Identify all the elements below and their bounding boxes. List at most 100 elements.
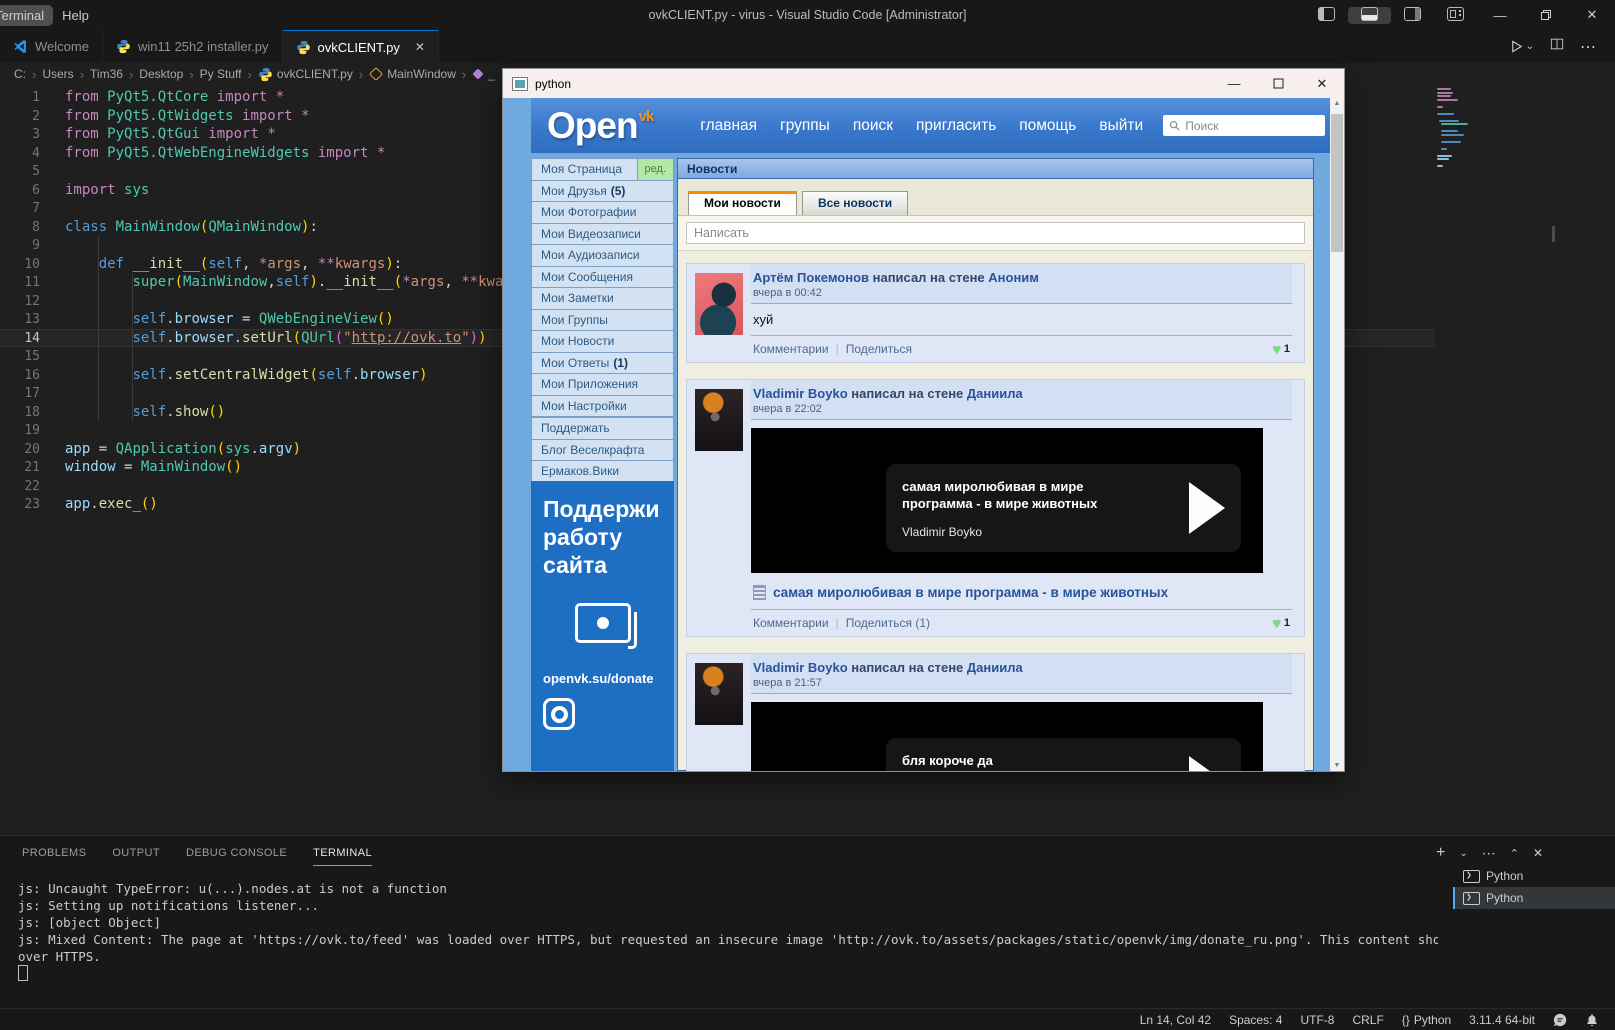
toggle-sidebar-right-icon[interactable] <box>1391 7 1434 24</box>
video-caption-link[interactable]: самая миролюбивая в мире программа - в м… <box>751 581 1292 609</box>
feed-tab[interactable]: Мои новости <box>688 191 797 215</box>
sidebar-item[interactable]: Моя Страницаред. <box>531 159 674 181</box>
editor-scrollbar[interactable] <box>1552 226 1555 242</box>
sidebar-item[interactable]: Мои Заметки <box>531 288 674 310</box>
editor-tab-win11-25h2-installer-py[interactable]: win11 25h2 installer.py <box>103 30 283 63</box>
sidebar-item[interactable]: Мои Друзья(5) <box>531 181 674 203</box>
post-target-link[interactable]: Даниила <box>967 386 1023 401</box>
customize-layout-icon[interactable] <box>1434 7 1477 24</box>
panel-maximize-icon[interactable]: ⌃ <box>1510 847 1519 860</box>
panel-tab-output[interactable]: OUTPUT <box>112 847 160 866</box>
scroll-down-icon[interactable]: ▼ <box>1330 762 1344 769</box>
sidebar-item[interactable]: Мои Фотографии <box>531 202 674 224</box>
scrollbar-thumb[interactable] <box>1331 114 1343 252</box>
breadcrumb-item[interactable]: ovkCLIENT.py <box>277 67 353 81</box>
nav-link-помощь[interactable]: помощь <box>1019 117 1076 135</box>
play-icon[interactable] <box>1189 482 1225 534</box>
avatar[interactable] <box>695 389 743 451</box>
scroll-up-icon[interactable]: ▲ <box>1330 100 1344 107</box>
tab-close-icon[interactable]: ✕ <box>415 40 425 54</box>
sidebar-item[interactable]: Мои Ответы(1) <box>531 353 674 375</box>
sidebar-item[interactable]: Поддержать <box>531 418 674 440</box>
sidebar-item[interactable]: Мои Видеозаписи <box>531 224 674 246</box>
pywin-maximize-button[interactable] <box>1256 69 1300 98</box>
edit-badge[interactable]: ред. <box>637 159 673 180</box>
avatar[interactable] <box>695 663 743 725</box>
breadcrumb-item[interactable]: Py Stuff <box>200 67 242 81</box>
menu-help[interactable]: Help <box>53 5 98 26</box>
status-crlf[interactable]: CRLF <box>1352 1013 1383 1027</box>
panel-close-icon[interactable]: ✕ <box>1533 846 1543 860</box>
breadcrumb-item[interactable]: MainWindow <box>387 67 456 81</box>
post-footer-link[interactable]: Поделиться <box>846 342 912 356</box>
like-counter[interactable]: ♥1 <box>1273 342 1290 356</box>
post-target-link[interactable]: Даниила <box>967 660 1023 675</box>
terminal-output[interactable]: js: Uncaught TypeError: u(...).nodes.at … <box>18 880 1438 1006</box>
toggle-sidebar-left-icon[interactable] <box>1305 7 1348 24</box>
status-utf-8[interactable]: UTF-8 <box>1300 1013 1334 1027</box>
sidebar-item[interactable]: Мои Новости <box>531 331 674 353</box>
sidebar-item[interactable]: Ермаков.Вики <box>531 461 674 483</box>
pywin-minimize-button[interactable]: — <box>1212 69 1256 98</box>
panel-more-icon[interactable]: ⋯ <box>1482 845 1496 862</box>
openvk-logo[interactable]: Openvk <box>547 107 652 144</box>
video-player[interactable]: бля короче даVladimir Boyko <box>751 702 1263 771</box>
run-button[interactable]: ⌄ <box>1509 39 1534 54</box>
new-terminal-icon[interactable]: + <box>1436 844 1445 862</box>
status-ln-14-col-42[interactable]: Ln 14, Col 42 <box>1140 1013 1211 1027</box>
breadcrumb-item[interactable]: Users <box>42 67 73 81</box>
editor-tab-ovkclient-py[interactable]: ovkCLIENT.py✕ <box>283 30 439 63</box>
panel-tab-problems[interactable]: PROBLEMS <box>22 847 86 866</box>
status-spaces-4[interactable]: Spaces: 4 <box>1229 1013 1282 1027</box>
editor-tab-welcome[interactable]: Welcome <box>0 30 103 63</box>
sidebar-item[interactable]: Мои Настройки <box>531 396 674 419</box>
openvk-search-input[interactable]: Поиск <box>1163 115 1325 136</box>
avatar[interactable] <box>695 273 743 335</box>
breadcrumb-item[interactable]: Tim36 <box>90 67 123 81</box>
post-footer-link[interactable]: Комментарии <box>753 342 829 356</box>
terminal-instance[interactable]: ❯Python <box>1453 865 1615 887</box>
breadcrumb-item[interactable]: C: <box>14 67 26 81</box>
breadcrumb-item[interactable]: Desktop <box>139 67 183 81</box>
minimap[interactable] <box>1437 88 1507 288</box>
sidebar-item[interactable]: Блог Веселкрафта <box>531 440 674 462</box>
post-footer-link[interactable]: Комментарии <box>753 616 829 630</box>
nav-link-главная[interactable]: главная <box>700 117 757 135</box>
status-3-11-4-64-bit[interactable]: 3.11.4 64-bit <box>1469 1013 1535 1027</box>
python-window-titlebar[interactable]: python — ✕ <box>503 69 1344 98</box>
post-author-link[interactable]: Vladimir Boyko <box>753 660 848 675</box>
restore-button[interactable] <box>1523 0 1569 30</box>
pywin-close-button[interactable]: ✕ <box>1300 69 1344 98</box>
post-target-link[interactable]: Аноним <box>988 270 1039 285</box>
editor-more-actions-icon[interactable]: ⋯ <box>1580 37 1597 57</box>
nav-link-выйти[interactable]: выйти <box>1099 117 1143 135</box>
terminal-instance[interactable]: ❯Python <box>1453 887 1615 909</box>
video-player[interactable]: самая миролюбивая в мире программа - в м… <box>751 428 1263 573</box>
panel-tab-terminal[interactable]: TERMINAL <box>313 847 372 866</box>
panel-tab-debug-console[interactable]: DEBUG CONSOLE <box>186 847 287 866</box>
breadcrumb-item[interactable]: _ <box>488 67 495 81</box>
like-counter[interactable]: ♥1 <box>1273 616 1290 630</box>
sidebar-item[interactable]: Мои Приложения <box>531 374 674 396</box>
donate-banner[interactable]: Поддержи работу сайта openvk.su/donate <box>531 481 674 771</box>
split-editor-icon[interactable] <box>1550 37 1564 56</box>
feedback-icon[interactable] <box>1553 1013 1567 1027</box>
play-icon[interactable] <box>1189 756 1225 771</box>
sidebar-item[interactable]: Мои Группы <box>531 310 674 332</box>
terminal-dropdown-icon[interactable]: ⌄ <box>1459 848 1467 859</box>
composer-input[interactable]: Написать <box>686 222 1305 244</box>
openvk-scrollbar[interactable]: ▲ ▼ <box>1330 98 1344 771</box>
sidebar-item[interactable]: Мои Аудиозаписи <box>531 245 674 267</box>
status-python[interactable]: {}Python <box>1402 1013 1451 1027</box>
nav-link-группы[interactable]: группы <box>780 117 830 135</box>
minimize-button[interactable]: — <box>1477 0 1523 30</box>
menu-terminal[interactable]: Terminal <box>0 5 53 26</box>
notifications-bell-icon[interactable] <box>1585 1013 1599 1027</box>
feed-tab[interactable]: Все новости <box>802 191 908 215</box>
post-author-link[interactable]: Артём Покемонов <box>753 270 869 285</box>
nav-link-пригласить[interactable]: пригласить <box>916 117 996 135</box>
nav-link-поиск[interactable]: поиск <box>853 117 893 135</box>
toggle-panel-icon[interactable] <box>1348 7 1391 24</box>
post-author-link[interactable]: Vladimir Boyko <box>753 386 848 401</box>
sidebar-item[interactable]: Мои Сообщения <box>531 267 674 289</box>
